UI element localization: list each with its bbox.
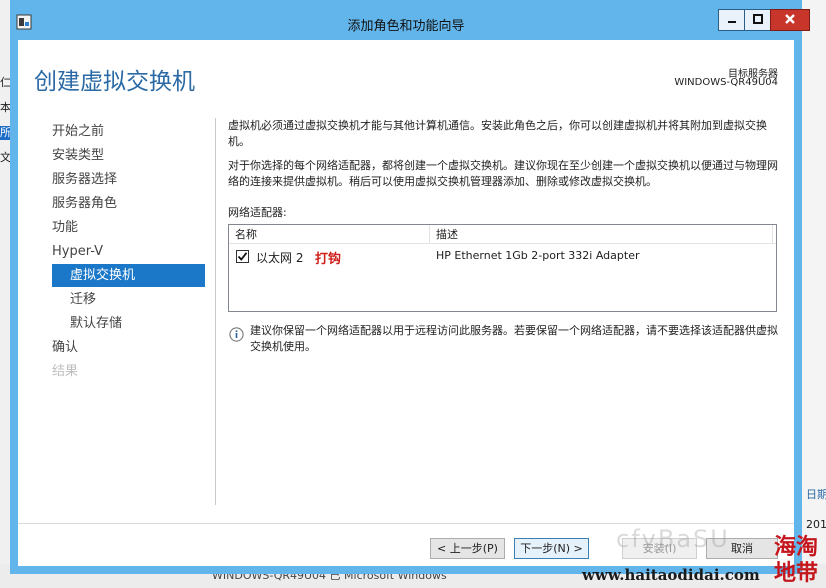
nav-divider [215, 118, 216, 505]
background-text-fragment: 文 [0, 151, 10, 164]
info-message: 建议你保留一个网络适配器以用于远程访问此服务器。若要保留一个网络适配器，请不要选… [250, 324, 778, 353]
list-item[interactable]: 以太网 2 打钩 HP Ethernet 1Gb 2-port 332i Ada… [229, 246, 776, 268]
nav-item-default-stores[interactable]: 默认存储 [52, 312, 207, 335]
nav-item-results: 结果 [52, 364, 79, 379]
close-icon [784, 13, 796, 28]
adapter-checkbox[interactable] [236, 250, 249, 263]
network-adapters-list[interactable]: 名称 描述 以太网 2 打钩 HP Ethernet 1Gb 2-port 33… [228, 224, 777, 312]
maximize-icon [752, 13, 763, 27]
wizard-content: 创建虚拟交换机 目标服务器 WINDOWS-QR49U04 开始之前 安装类型 … [18, 40, 794, 566]
watermark-seal-logo: 海淘 地带 [770, 530, 826, 586]
nav-item-features[interactable]: 功能 [52, 216, 207, 239]
page-title: 创建虚拟交换机 [34, 69, 195, 95]
adapter-description: HP Ethernet 1Gb 2-port 332i Adapter [436, 249, 640, 262]
nav-item-server-selection[interactable]: 服务器选择 [52, 168, 207, 191]
background-window-left-edge: 仁 本 所 文 [0, 0, 10, 588]
nav-item-server-roles[interactable]: 服务器角色 [52, 192, 207, 215]
window-title: 添加角色和功能向导 [347, 19, 465, 34]
footer-divider [18, 523, 794, 524]
network-adapters-label: 网络适配器: [228, 206, 287, 219]
list-column-header: 名称 描述 [229, 225, 776, 244]
background-text-fragment: 仁 [0, 76, 10, 89]
wizard-window: 添加角色和功能向导 创建虚拟交换机 目标服务器 WINDOWS-QR49U04 … [10, 0, 810, 574]
faint-watermark-text: cfvBaSU [616, 525, 730, 553]
checkmark-icon [237, 251, 248, 262]
nav-item-hyper-v[interactable]: Hyper-V [52, 240, 207, 263]
adapter-name: 以太网 2 [256, 251, 304, 265]
nav-item-installation-type[interactable]: 安装类型 [52, 144, 207, 167]
target-server-name: WINDOWS-QR49U04 [674, 77, 778, 88]
column-header-description[interactable]: 描述 [430, 225, 773, 244]
svg-text:地带: 地带 [774, 560, 818, 586]
background-window-right-edge: 日期 201 201 [802, 0, 826, 588]
maximize-button[interactable] [744, 9, 771, 31]
title-bar[interactable]: 添加角色和功能向导 [10, 0, 810, 40]
background-text-fragment: 本 [0, 101, 10, 114]
minimize-button[interactable] [718, 9, 745, 31]
watermark-url: www.haitaodidai.com [582, 566, 760, 584]
next-button[interactable]: 下一步(N) > [514, 538, 589, 559]
background-selected-item: 所 [0, 126, 10, 140]
previous-button[interactable]: < 上一步(P) [430, 538, 505, 559]
column-header-name[interactable]: 名称 [229, 225, 430, 244]
nav-item-virtual-switches[interactable]: 虚拟交换机 [52, 264, 205, 287]
minimize-icon [727, 13, 737, 27]
nav-item-confirmation[interactable]: 确认 [52, 336, 207, 359]
annotation-check-here: 打钩 [315, 252, 342, 267]
background-column-header: 日期 [806, 488, 826, 501]
nav-item-before-you-begin[interactable]: 开始之前 [52, 120, 207, 143]
nav-item-migration[interactable]: 迁移 [52, 288, 207, 311]
svg-text:海淘: 海淘 [774, 534, 818, 560]
intro-paragraph: 虚拟机必须通过虚拟交换机才能与其他计算机通信。安装此角色之后，你可以创建虚拟机并… [228, 119, 767, 148]
info-icon [229, 327, 244, 342]
instruction-paragraph: 对于你选择的每个网络适配器，都将创建一个虚拟交换机。建议你现在至少创建一个虚拟交… [228, 159, 778, 188]
close-button[interactable] [770, 9, 810, 31]
